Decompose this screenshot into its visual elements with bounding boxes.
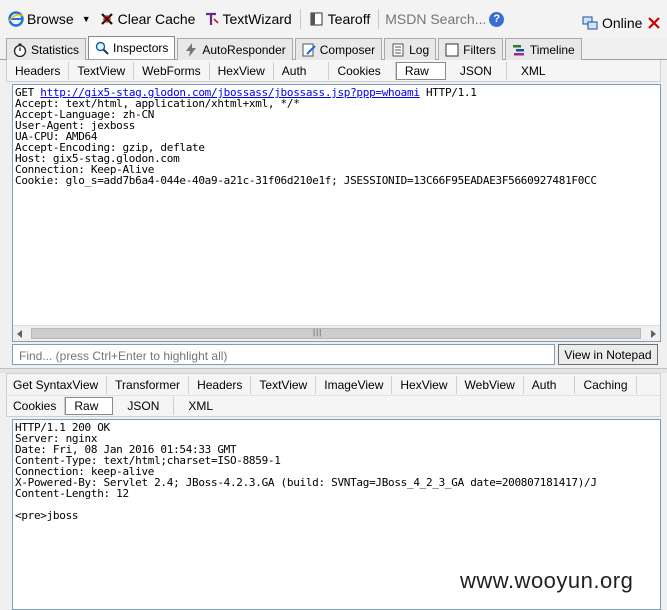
- tearoff-button[interactable]: Tearoff: [305, 8, 375, 30]
- resp-tab-xml[interactable]: XML: [174, 397, 227, 415]
- clear-cache-label: Clear Cache: [117, 11, 196, 27]
- req-tab-auth[interactable]: Auth: [274, 61, 330, 80]
- scroll-left-icon[interactable]: [17, 330, 22, 338]
- request-tabs: Headers TextView WebForms HexView Auth C…: [6, 60, 661, 82]
- scroll-right-icon[interactable]: [651, 330, 656, 338]
- resp-tab-syntaxview[interactable]: Get SyntaxView: [7, 375, 108, 394]
- tab-label: Composer: [319, 42, 376, 57]
- browse-label: Browse: [27, 11, 74, 27]
- resp-tab-imageview[interactable]: ImageView: [316, 375, 393, 394]
- browse-button[interactable]: Browse ▼: [4, 8, 95, 30]
- main-tabs: Statistics Inspectors AutoResponder Comp…: [0, 36, 667, 60]
- scrollbar-thumb[interactable]: [31, 328, 641, 339]
- tab-statistics[interactable]: Statistics: [6, 38, 87, 60]
- resp-tab-caching[interactable]: Caching: [575, 375, 637, 394]
- tab-composer[interactable]: Composer: [294, 38, 383, 60]
- toolbar-divider: [299, 9, 301, 29]
- response-raw-text: HTTP/1.1 200 OK Server: nginx Date: Fri,…: [13, 420, 660, 521]
- req-tab-raw[interactable]: Raw: [395, 61, 446, 80]
- resp-tab-transformer[interactable]: Transformer: [107, 375, 190, 394]
- resp-tab-webview[interactable]: WebView: [457, 375, 524, 394]
- msdn-search: ?: [385, 8, 505, 30]
- response-line: <pre>jboss: [15, 509, 79, 522]
- response-line: Content-Length: 12: [15, 487, 129, 500]
- resp-tab-textview[interactable]: TextView: [251, 375, 317, 394]
- scrollbar-grip-icon: |||: [313, 328, 323, 337]
- tab-timeline[interactable]: Timeline: [504, 38, 582, 60]
- help-icon[interactable]: ?: [489, 11, 505, 27]
- req-tab-xml[interactable]: XML: [507, 62, 560, 80]
- tearoff-label: Tearoff: [327, 11, 371, 27]
- request-header-line: Cookie: glo_s=add7b6a4-044e-40a9-a21c-31…: [15, 174, 597, 187]
- tab-inspectors[interactable]: Inspectors: [88, 36, 176, 59]
- req-tab-cookies[interactable]: Cookies: [329, 61, 396, 80]
- log-icon: [391, 43, 405, 57]
- tearoff-icon: [309, 11, 325, 27]
- clear-cache-icon: [99, 11, 115, 27]
- online-label: Online: [602, 15, 643, 31]
- chevron-down-icon[interactable]: ▼: [82, 14, 91, 24]
- response-tabs: Get SyntaxView Transformer Headers TextV…: [6, 373, 661, 417]
- tab-label: Filters: [463, 42, 496, 57]
- watermark: www.wooyun.org: [460, 568, 634, 593]
- resp-tab-auth[interactable]: Auth: [524, 375, 576, 394]
- resp-tab-cookies[interactable]: Cookies: [7, 397, 66, 415]
- request-raw-text: GET http://gix5-stag.glodon.com/jbossass…: [13, 85, 660, 186]
- resp-tab-hexview[interactable]: HexView: [392, 375, 457, 394]
- req-tab-headers[interactable]: Headers: [7, 61, 70, 80]
- msdn-search-input[interactable]: [385, 11, 486, 27]
- req-tab-textview[interactable]: TextView: [69, 61, 135, 80]
- find-row: View in Notepad: [12, 344, 661, 366]
- resp-tab-headers[interactable]: Headers: [189, 375, 252, 394]
- response-tabs-row: Cookies Raw JSON XML: [7, 395, 660, 416]
- response-tabs-row: Get SyntaxView Transformer Headers TextV…: [7, 374, 660, 395]
- tab-label: Timeline: [529, 42, 575, 57]
- request-raw-view[interactable]: GET http://gix5-stag.glodon.com/jbossass…: [12, 84, 661, 342]
- network-icon: [582, 15, 598, 31]
- req-tab-webforms[interactable]: WebForms: [134, 61, 210, 80]
- find-input[interactable]: [12, 344, 555, 365]
- tab-log[interactable]: Log: [384, 38, 437, 60]
- tab-label: AutoResponder: [202, 42, 286, 57]
- online-button[interactable]: Online: [582, 15, 642, 31]
- toolbar-divider: [378, 9, 380, 29]
- tab-label: Statistics: [31, 42, 80, 57]
- tab-label: Log: [409, 42, 430, 57]
- lightning-icon: [184, 42, 198, 57]
- request-protocol: HTTP/1.1: [425, 86, 477, 99]
- textwizard-label: TextWizard: [222, 11, 292, 27]
- req-tab-hexview[interactable]: HexView: [210, 61, 274, 80]
- resp-tab-raw[interactable]: Raw: [65, 397, 114, 415]
- toolbar: Browse ▼ Clear Cache TextWizard Tearoff …: [0, 0, 667, 38]
- magnifier-icon: [95, 41, 109, 55]
- textwizard-icon: [203, 11, 219, 27]
- clear-cache-button[interactable]: Clear Cache: [95, 8, 200, 30]
- req-tab-json[interactable]: JSON: [446, 61, 507, 80]
- view-in-notepad-button[interactable]: View in Notepad: [558, 344, 658, 365]
- tab-filters[interactable]: Filters: [438, 38, 503, 60]
- textwizard-button[interactable]: TextWizard: [199, 8, 295, 30]
- ie-browser-icon: [8, 11, 24, 27]
- resp-tab-json[interactable]: JSON: [113, 397, 175, 415]
- horizontal-scrollbar[interactable]: |||: [13, 325, 660, 341]
- close-icon[interactable]: [648, 17, 660, 29]
- tab-label: Inspectors: [113, 41, 169, 55]
- composer-icon: [302, 43, 316, 57]
- checkbox-icon: [445, 43, 459, 57]
- stopwatch-icon: [13, 43, 27, 57]
- timeline-icon: [512, 43, 526, 57]
- tab-autoresponder[interactable]: AutoResponder: [177, 38, 293, 60]
